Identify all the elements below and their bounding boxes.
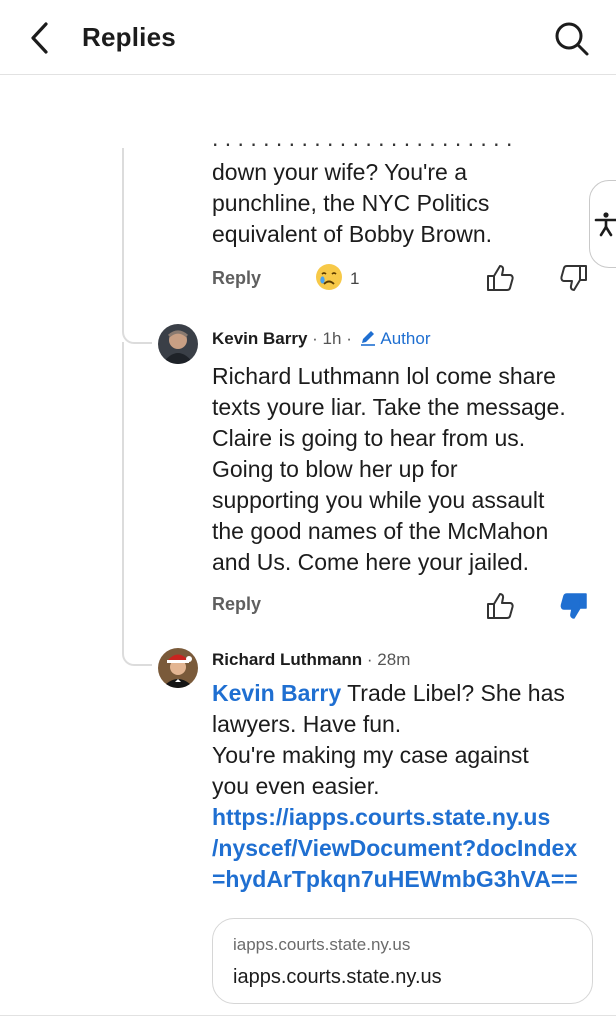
comment-meta: Richard Luthmann · 28m [212, 650, 410, 670]
dislike-button-active[interactable] [558, 590, 590, 622]
author-name[interactable]: Richard Luthmann [212, 650, 362, 669]
avatar[interactable] [158, 648, 198, 688]
comment-line: lawyers. Have fun. [212, 711, 402, 737]
comment-meta: Kevin Barry · 1h · Author [212, 328, 430, 349]
reply-button[interactable]: Reply [212, 594, 261, 615]
url-link[interactable]: https://iapps.courts.state.ny.us [212, 802, 578, 833]
link-preview-title: iapps.courts.state.ny.us [233, 966, 442, 988]
search-icon [555, 22, 589, 56]
comment-line: equivalent of Bobby Brown. [212, 221, 493, 247]
thumbs-down-filled-icon [560, 593, 587, 619]
link-preview-domain: iapps.courts.state.ny.us [233, 935, 411, 954]
comment-text: Trade Libel? She has [341, 680, 565, 706]
thread-connector [122, 328, 152, 344]
comment-body: down your wife? You're a punchline, the … [212, 157, 492, 250]
reaction-button[interactable] [314, 262, 344, 292]
url-link[interactable]: =hydArTpkqn7uHEWmbG3hVA== [212, 864, 578, 895]
author-badge: Author [380, 329, 431, 348]
page-title: Replies [82, 22, 176, 52]
accessibility-button[interactable] [589, 180, 616, 268]
divider [0, 1015, 616, 1016]
thumbs-up-icon [487, 593, 514, 619]
comment-line: Kevin Barry Trade Libel? She has [212, 678, 578, 709]
dislike-button[interactable] [558, 262, 590, 294]
pencil-icon [360, 331, 375, 346]
comment-line: Richard Luthmann lol come share [212, 363, 556, 389]
comment-line: You're making my case against [212, 742, 529, 768]
comment-body: Richard Luthmann lol come share texts yo… [212, 361, 566, 578]
timestamp: · 28m [366, 650, 411, 669]
comment-line: and Us. Come here your jailed. [212, 549, 530, 575]
avatar[interactable] [158, 324, 198, 364]
comment-line: Going to blow her up for [212, 456, 458, 482]
author-name[interactable]: Kevin Barry [212, 329, 307, 348]
comment-line: the good names of the McMahon [212, 518, 549, 544]
search-button[interactable] [552, 18, 590, 58]
accessibility-icon [594, 212, 616, 237]
user-mention[interactable]: Kevin Barry [212, 680, 341, 706]
comment-line: supporting you while you assault [212, 487, 545, 513]
back-button[interactable] [26, 20, 56, 56]
crying-face-icon [316, 264, 342, 290]
comment-body: Kevin Barry Trade Libel? She has lawyers… [212, 678, 578, 895]
link-preview-card[interactable]: iapps.courts.state.ny.us iapps.courts.st… [212, 918, 593, 1004]
comment-line: down your wife? You're a [212, 159, 468, 185]
thumbs-up-icon [487, 265, 514, 291]
thumbs-down-icon [560, 265, 587, 291]
like-button[interactable] [484, 590, 516, 622]
comment-line: punchline, the NYC Politics [212, 190, 490, 216]
timestamp: · 1h · [312, 329, 352, 348]
clipped-text-line: . . . . . . . . . . . . . . . . . . . . … [212, 133, 513, 151]
thread-connector [122, 650, 152, 666]
thread-line [122, 148, 124, 328]
url-link[interactable]: /nyscef/ViewDocument?docIndex [212, 833, 578, 864]
like-button[interactable] [484, 262, 516, 294]
back-arrow-icon [31, 22, 48, 54]
comment-line: Claire is going to hear from us. [212, 425, 526, 451]
comment-line: you even easier. [212, 773, 380, 799]
app-header: Replies [0, 0, 616, 75]
thread-line [122, 342, 124, 650]
comment-line: texts youre liar. Take the message. [212, 394, 566, 420]
reaction-count: 1 [350, 269, 360, 288]
reply-button[interactable]: Reply [212, 268, 261, 289]
